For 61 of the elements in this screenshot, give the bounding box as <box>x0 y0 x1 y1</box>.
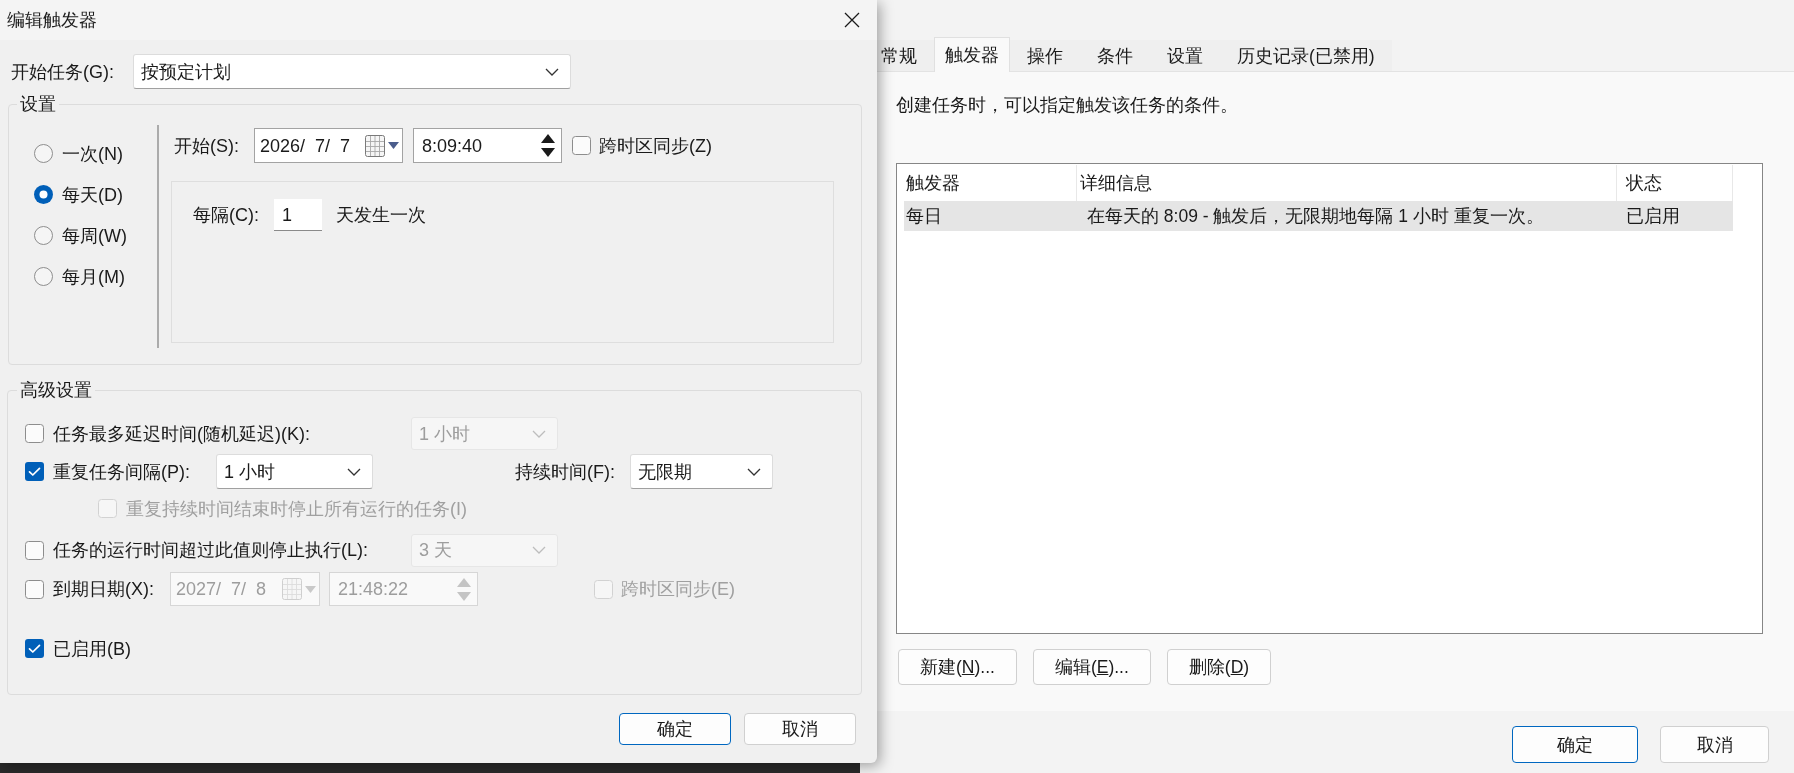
tab[interactable]: 触发器 <box>934 37 1010 72</box>
checkbox[interactable] <box>25 424 44 443</box>
unit-label: 天发生一次 <box>336 204 426 226</box>
checkbox[interactable] <box>25 579 44 599</box>
radio-label: 每周(W) <box>62 224 127 247</box>
button[interactable]: 编辑(E)... <box>1032 649 1151 685</box>
checkbox-label: 跨时区同步(Z) <box>599 134 712 157</box>
tab[interactable]: 历史记录(已禁用) <box>1220 40 1392 71</box>
dropdown-triangle-icon[interactable] <box>388 142 399 149</box>
group-label: 设置 <box>19 94 57 114</box>
checkbox-label: 已启用(B) <box>53 637 131 660</box>
field-label: 开始任务(G): <box>11 60 114 83</box>
checkbox[interactable] <box>25 462 44 481</box>
dialog-title: 编辑触发器 <box>7 9 97 31</box>
radio-button[interactable] <box>34 226 53 245</box>
tab[interactable]: 条件 <box>1080 40 1150 71</box>
checkbox-label: 到期日期(X): <box>53 578 154 600</box>
checkbox[interactable] <box>25 639 44 658</box>
button[interactable]: 新建(N)... <box>898 649 1017 685</box>
up-triangle-icon[interactable] <box>541 134 555 143</box>
field-label: 开始(S): <box>174 134 239 157</box>
date-field[interactable]: 2026/ 7/ 7 <box>254 128 403 163</box>
chevron-down-icon[interactable] <box>545 67 559 76</box>
button[interactable]: 取消 <box>1660 726 1769 763</box>
dropdown[interactable]: 按预定计划 <box>133 54 571 89</box>
radio-button[interactable] <box>34 185 53 204</box>
table-cell: 已启用 <box>1626 205 1680 227</box>
calendar-icon[interactable] <box>365 134 385 157</box>
dropdown[interactable]: 1 小时 <box>216 454 373 489</box>
group-label: 高级设置 <box>19 380 93 400</box>
number-input[interactable]: 1 <box>274 199 322 231</box>
radio-label: 每月(M) <box>62 265 125 288</box>
radio-label: 每天(D) <box>62 183 123 206</box>
chevron-down-icon[interactable] <box>747 467 761 476</box>
radio-button[interactable] <box>34 267 53 286</box>
close-icon[interactable] <box>844 12 860 28</box>
checkbox-label: 重复任务间隔(P): <box>53 460 190 483</box>
chevron-down-icon[interactable] <box>347 467 361 476</box>
list-row[interactable]: 每日 在每天的 8:09 - 触发后，无限期地每隔 1 小时 重复一次。 已启用 <box>904 201 1733 231</box>
button[interactable]: 取消 <box>744 713 856 745</box>
button[interactable]: 确定 <box>619 713 731 745</box>
down-triangle-icon[interactable] <box>541 148 555 157</box>
field-label: 每隔(C): <box>193 204 259 226</box>
checkbox-label: 重复持续时间结束时停止所有运行的任务(I) <box>126 497 467 520</box>
time-field[interactable]: 8:09:40 <box>413 128 562 163</box>
checkbox-label: 跨时区同步(E) <box>621 578 735 600</box>
tab[interactable]: 设置 <box>1150 40 1220 71</box>
dropdown[interactable]: 无限期 <box>630 454 773 489</box>
table-cell: 在每天的 8:09 - 触发后，无限期地每隔 1 小时 重复一次。 <box>1087 205 1544 227</box>
checkbox[interactable] <box>572 136 591 155</box>
button[interactable]: 确定 <box>1512 726 1638 763</box>
radio-label: 一次(N) <box>62 142 123 165</box>
button[interactable]: 删除(D) <box>1166 649 1272 685</box>
tab[interactable]: 操作 <box>1010 40 1080 71</box>
description-text: 创建任务时，可以指定触发该任务的条件。 <box>896 94 1238 116</box>
radio-button[interactable] <box>34 144 53 163</box>
checkbox-label: 任务的运行时间超过此值则停止执行(L): <box>53 539 368 561</box>
checkbox-label: 任务最多延迟时间(随机延迟)(K): <box>53 422 310 445</box>
table-cell: 每日 <box>906 205 942 227</box>
field-label: 持续时间(F): <box>515 460 615 483</box>
checkbox[interactable] <box>25 540 44 560</box>
